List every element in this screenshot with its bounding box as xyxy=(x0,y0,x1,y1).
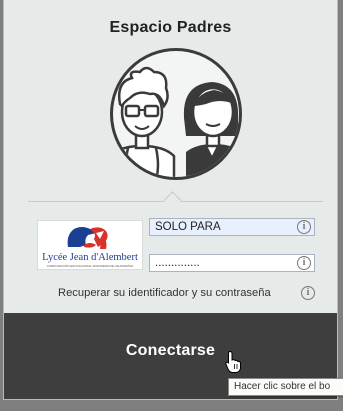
page-title: Espacio Padres xyxy=(109,19,232,36)
divider-notch xyxy=(163,191,182,210)
info-icon[interactable]: i xyxy=(297,256,311,270)
school-tagline: CORPORACIÓN EDUCACIONAL FRANCESA DE VALP… xyxy=(46,264,134,268)
username-input[interactable] xyxy=(150,219,295,235)
username-field[interactable]: i xyxy=(149,218,315,236)
hand-cursor-icon xyxy=(225,350,241,373)
recover-credentials-link[interactable]: Recuperar su identificador y su contrase… xyxy=(58,287,271,299)
password-input[interactable] xyxy=(150,255,295,271)
recover-row: Recuperar su identificador y su contrase… xyxy=(58,285,318,303)
school-logo: Lycée Jean d'Alembert CORPORACIÓN EDUCAC… xyxy=(37,220,143,270)
password-field[interactable]: i xyxy=(149,254,315,272)
parents-avatar-icon xyxy=(110,48,242,180)
school-name: Lycée Jean d'Alembert xyxy=(42,252,138,263)
connect-button-label: Conectarse xyxy=(125,342,216,359)
info-icon[interactable]: i xyxy=(297,220,311,234)
info-icon[interactable]: i xyxy=(301,286,315,300)
tooltip: Hacer clic sobre el bo xyxy=(228,378,343,396)
